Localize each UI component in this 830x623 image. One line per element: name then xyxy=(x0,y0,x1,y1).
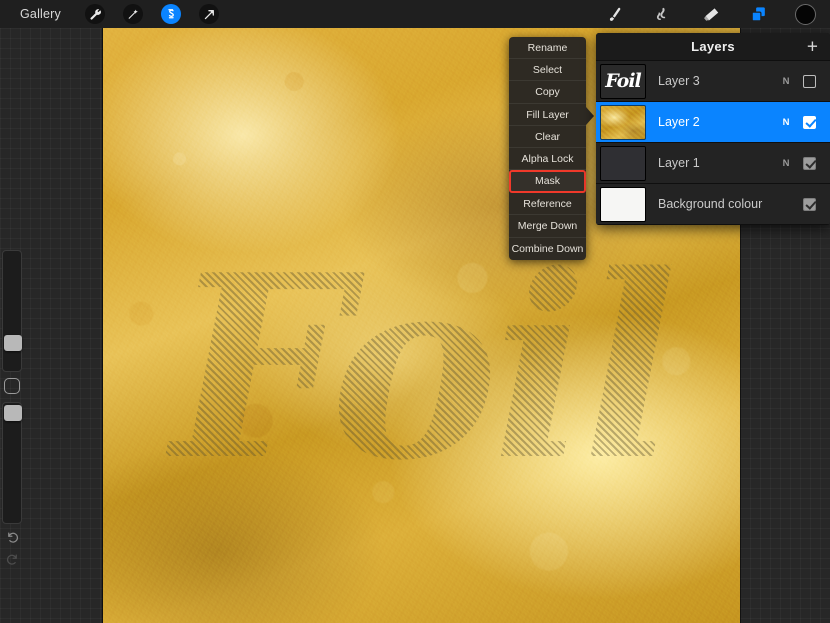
layers-panel-header: Layers + xyxy=(596,33,830,61)
context-menu-item-select[interactable]: Select xyxy=(509,59,586,82)
layer-thumbnail[interactable] xyxy=(600,186,646,222)
paint-brush-icon[interactable] xyxy=(603,3,625,25)
context-menu-item-merge-down[interactable]: Merge Down xyxy=(509,215,586,238)
color-icon[interactable] xyxy=(795,3,816,25)
modify-button[interactable] xyxy=(4,378,20,394)
layer-thumbnail-white xyxy=(601,187,645,221)
opacity-slider[interactable] xyxy=(2,402,22,524)
layer-visibility-checkbox[interactable] xyxy=(803,115,816,129)
undo-icon[interactable] xyxy=(3,528,21,546)
layer-row[interactable]: Layer 1 N xyxy=(596,143,830,184)
context-menu-item-alpha-lock[interactable]: Alpha Lock xyxy=(509,148,586,171)
brush-size-slider-handle[interactable] xyxy=(4,335,22,351)
context-menu-pointer xyxy=(586,107,594,125)
redo-icon[interactable] xyxy=(3,550,21,568)
top-toolbar: Gallery xyxy=(0,0,830,28)
layers-panel-title: Layers xyxy=(691,39,735,54)
context-menu-item-fill-layer[interactable]: Fill Layer xyxy=(509,104,586,126)
opacity-slider-handle[interactable] xyxy=(4,405,22,421)
layer-name: Layer 1 xyxy=(658,156,700,170)
layer-name: Layer 2 xyxy=(658,115,700,129)
layer-blend-mode[interactable]: N xyxy=(777,158,795,169)
toolbar-right-group xyxy=(603,3,830,25)
gallery-button[interactable]: Gallery xyxy=(14,5,67,23)
layer-name: Layer 3 xyxy=(658,74,700,88)
selection-icon[interactable] xyxy=(161,4,181,24)
layer-thumbnail-gold xyxy=(601,105,645,139)
layer-blend-mode[interactable]: N xyxy=(777,76,795,87)
add-layer-button[interactable]: + xyxy=(807,37,818,56)
context-menu-item-combine-down[interactable]: Combine Down xyxy=(509,238,586,260)
layer-name: Background colour xyxy=(658,197,763,211)
layer-thumbnail[interactable] xyxy=(600,104,646,140)
canvas-script-word: Foil xyxy=(103,233,740,503)
context-menu-item-copy[interactable]: Copy xyxy=(509,81,586,104)
actions-wrench-icon[interactable] xyxy=(85,4,105,24)
context-menu-item-clear[interactable]: Clear xyxy=(509,126,586,148)
layer-visibility-checkbox[interactable] xyxy=(803,74,816,88)
toolbar-left-group: Gallery xyxy=(0,4,237,24)
layer-thumbnail[interactable]: Foil xyxy=(600,63,646,99)
layer-visibility-checkbox[interactable] xyxy=(803,197,816,211)
layer-thumbnail-text: Foil xyxy=(605,69,642,92)
context-menu-item-reference[interactable]: Reference xyxy=(509,193,586,216)
layer-thumbnail[interactable] xyxy=(600,145,646,181)
adjustments-icon[interactable] xyxy=(123,4,143,24)
eraser-icon[interactable] xyxy=(699,3,721,25)
layer-row[interactable]: Foil Layer 3 N xyxy=(596,61,830,102)
layer-context-menu: Rename Select Copy Fill Layer Clear Alpha Loc… xyxy=(509,37,594,260)
layer-row[interactable]: Background colour xyxy=(596,184,830,225)
layer-thumbnail-dark xyxy=(601,146,645,180)
layers-panel: Layers + Foil Layer 3 N Layer 2 N Layer 1 N Bac… xyxy=(596,33,830,225)
context-menu-item-mask[interactable]: Mask xyxy=(509,170,586,194)
layers-icon[interactable] xyxy=(747,3,769,25)
layer-row[interactable]: Layer 2 N xyxy=(596,102,830,143)
smudge-icon[interactable] xyxy=(651,3,673,25)
layer-blend-mode[interactable]: N xyxy=(777,117,795,128)
brush-size-slider[interactable] xyxy=(2,250,22,372)
layer-visibility-checkbox[interactable] xyxy=(803,156,816,170)
transform-icon[interactable] xyxy=(199,4,219,24)
context-menu-item-rename[interactable]: Rename xyxy=(509,37,586,60)
left-control-rail xyxy=(0,250,24,570)
